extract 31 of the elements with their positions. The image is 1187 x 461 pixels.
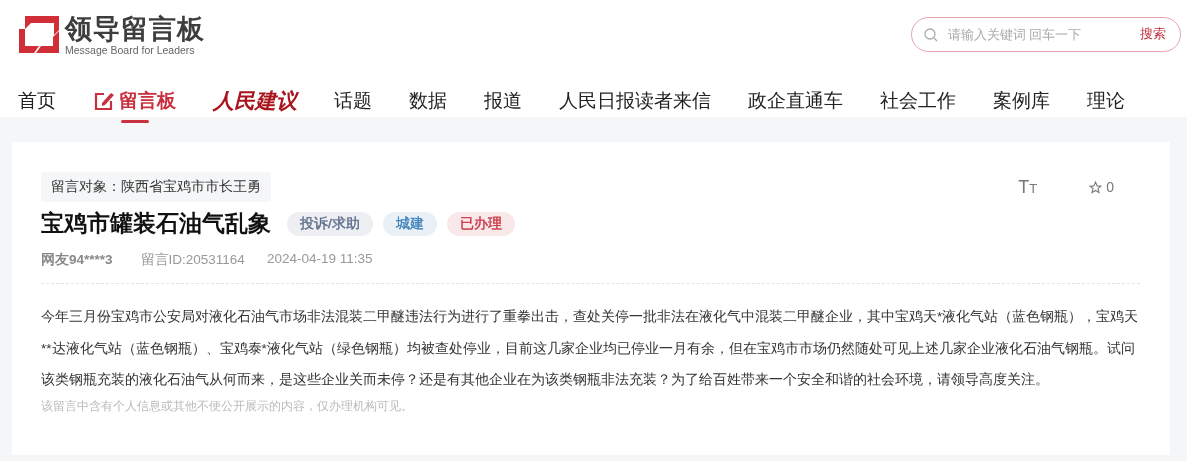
post-time: 2024-04-19 11:35 [266, 251, 373, 268]
nav-tab[interactable]: 人民建议 [213, 73, 297, 123]
nav-tab[interactable]: 数据 [409, 73, 447, 123]
message-body: 今年三月份宝鸡市公安局对液化石油气市场非法混装二甲醚违法行为进行了重拳出击，查处关停一批非法在液化气中混装二甲醚企业，其中宝鸡天*液化气站（蓝色钢瓶），宝鸡天**达液化气站（蓝色钢瓶）、宝鸡泰*液化气站（绿色钢瓶）均被查处停业，目前这几家企业均已停业一月有余，但在宝鸡市市场仍然随处可见上述几家企业液化石油气钢瓶。试问该类钢瓶充装的液化石油气从何而来，是这些企业关而未停？还是有其他企业在为该类钢瓶非法充装？为了给百姓带来一个安全和谐的社会环境，请领导高度关注。 [41, 308, 1140, 389]
search-button[interactable]: 搜索 [1140, 26, 1166, 43]
nav-tab[interactable]: 话题 [334, 73, 372, 123]
logo-subtitle: Message Board for Leaders [65, 43, 196, 56]
nav-tab[interactable]: 政企直通车 [748, 73, 843, 123]
logo-icon [19, 16, 59, 53]
nav-tab[interactable]: 人民日报读者来信 [559, 73, 711, 123]
favorite-button[interactable]: 0 [1089, 179, 1114, 195]
nav-tab[interactable]: 留言板 [93, 73, 176, 123]
category-tag: 城建 [382, 211, 437, 236]
active-underline [120, 120, 149, 123]
privacy-note: 该留言中含有个人信息或其他不便公开展示的内容，仅办理机构可见。 [41, 397, 414, 415]
recipient-label: 留言对象：陕西省宝鸡市市长王勇 [41, 172, 271, 202]
nav-tab[interactable]: 社会工作 [880, 73, 956, 123]
edit-icon [93, 90, 115, 112]
logo-title: 领导留言板 [65, 13, 205, 44]
category-tag: 已办理 [446, 211, 515, 236]
nav-tab[interactable]: 首页 [18, 73, 56, 123]
nav-tab[interactable]: 报道 [484, 73, 522, 123]
nav-tab[interactable]: 案例库 [993, 73, 1050, 123]
nav-tab[interactable]: 理论 [1087, 73, 1125, 123]
message-title: 宝鸡市罐装石油气乱象 [41, 209, 271, 238]
font-size-button[interactable]: TT [1018, 176, 1038, 198]
author-name: 网友94****3 [41, 251, 113, 269]
category-tag: 投诉/求助 [287, 211, 373, 236]
search-icon [924, 27, 938, 42]
message-id: 留言ID:20531164 [140, 251, 245, 269]
star-icon [1089, 180, 1103, 194]
